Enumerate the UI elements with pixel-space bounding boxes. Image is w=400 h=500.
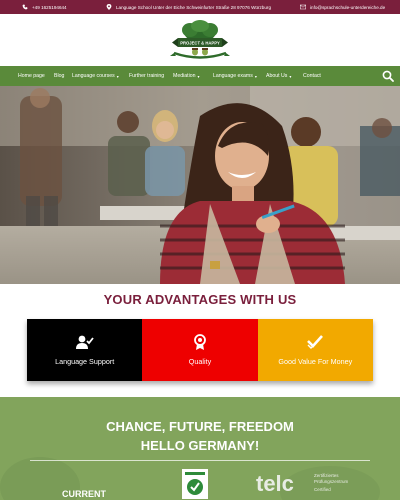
- nav-mediation[interactable]: Mediation ▾: [173, 66, 200, 86]
- advantages-heading: YOUR ADVANTAGES WITH US: [103, 292, 297, 307]
- nav-further-training-label: Further training: [129, 73, 165, 79]
- nav-contact[interactable]: Contact: [303, 66, 321, 86]
- nav-language-courses-label: Language courses: [72, 73, 115, 79]
- nav-language-exams-label: Language exams: [213, 73, 253, 79]
- section-divider: [30, 460, 370, 461]
- advantage-label: Good Value For Money: [278, 357, 353, 366]
- telc-sub-2: Prüfungszentrum: [314, 479, 349, 484]
- chance-heading: CHANCE, FUTURE, FREEDOM HELLO GERMANY!: [0, 417, 400, 455]
- nav-contact-label: Contact: [303, 73, 321, 79]
- main-navigation: Home page Blog Language courses ▾ Further…: [0, 66, 400, 86]
- header-logo-area: PROJECT & HAPPY: [0, 14, 400, 66]
- nav-about-us[interactable]: About Us ▾: [266, 66, 291, 86]
- nav-home[interactable]: Home page: [18, 66, 45, 86]
- nav-home-label: Home page: [18, 73, 45, 79]
- chance-line-1: CHANCE, FUTURE, FREEDOM: [106, 419, 294, 434]
- certification-badge-logo[interactable]: [182, 469, 208, 499]
- user-check-icon: [75, 334, 94, 350]
- advantage-language-support[interactable]: Language Support: [27, 319, 143, 381]
- current-heading: CURRENT: [62, 489, 106, 499]
- search-icon[interactable]: [382, 70, 394, 82]
- chevron-down-icon: ▾: [197, 73, 200, 79]
- chevron-down-icon: ▾: [254, 73, 257, 79]
- phone-number: +49 1625194644: [32, 4, 67, 10]
- advantage-label: Quality: [188, 357, 212, 366]
- nav-blog-label: Blog: [54, 73, 65, 79]
- award-icon: [191, 334, 209, 350]
- envelope-icon: [300, 4, 306, 10]
- advantage-quality[interactable]: Quality: [142, 319, 258, 381]
- phone-info[interactable]: +49 1625194644: [22, 0, 67, 14]
- advantage-good-value[interactable]: Good Value For Money: [257, 319, 373, 381]
- top-info-bar: +49 1625194644 Language School Unter der…: [0, 0, 400, 14]
- telc-sub-1: Zertifiziertes: [314, 473, 339, 478]
- nav-mediation-label: Mediation: [173, 73, 196, 79]
- telc-certified-logo[interactable]: telc Zertifiziertes Prüfungszentrum Cert…: [256, 469, 366, 497]
- chance-future-section: CHANCE, FUTURE, FREEDOM HELLO GERMANY! C…: [0, 397, 400, 500]
- telc-sub-3: Certified: [314, 487, 331, 492]
- school-logo[interactable]: PROJECT & HAPPY: [164, 20, 236, 62]
- nav-blog[interactable]: Blog: [54, 66, 64, 86]
- advantage-label: Language Support: [55, 357, 115, 366]
- nav-further-training[interactable]: Further training: [129, 66, 164, 86]
- location-pin-icon: [106, 4, 112, 10]
- advantages-boxes: Language Support Quality Good Value For …: [27, 319, 373, 381]
- chance-line-2: HELLO GERMANY!: [140, 438, 260, 453]
- email-info[interactable]: info@sprachschule-unterdereiche.de: [300, 0, 385, 14]
- email-address: info@sprachschule-unterdereiche.de: [310, 4, 386, 10]
- telc-wordmark: telc: [256, 471, 294, 496]
- address-text: Language School Unter der Eiche Schweinf…: [116, 4, 272, 10]
- phone-icon: [22, 4, 28, 10]
- chevron-down-icon: ▾: [116, 73, 119, 79]
- hero-image-classroom: [0, 86, 400, 284]
- nav-about-us-label: About Us: [266, 73, 288, 79]
- chevron-down-icon: ▾: [289, 73, 292, 79]
- nav-language-courses[interactable]: Language courses ▾: [72, 66, 119, 86]
- check-icon: [306, 334, 324, 350]
- svg-text:PROJECT & HAPPY: PROJECT & HAPPY: [180, 41, 220, 46]
- nav-language-exams[interactable]: Language exams ▾: [213, 66, 257, 86]
- address-info: Language School Unter der Eiche Schweinf…: [106, 0, 271, 14]
